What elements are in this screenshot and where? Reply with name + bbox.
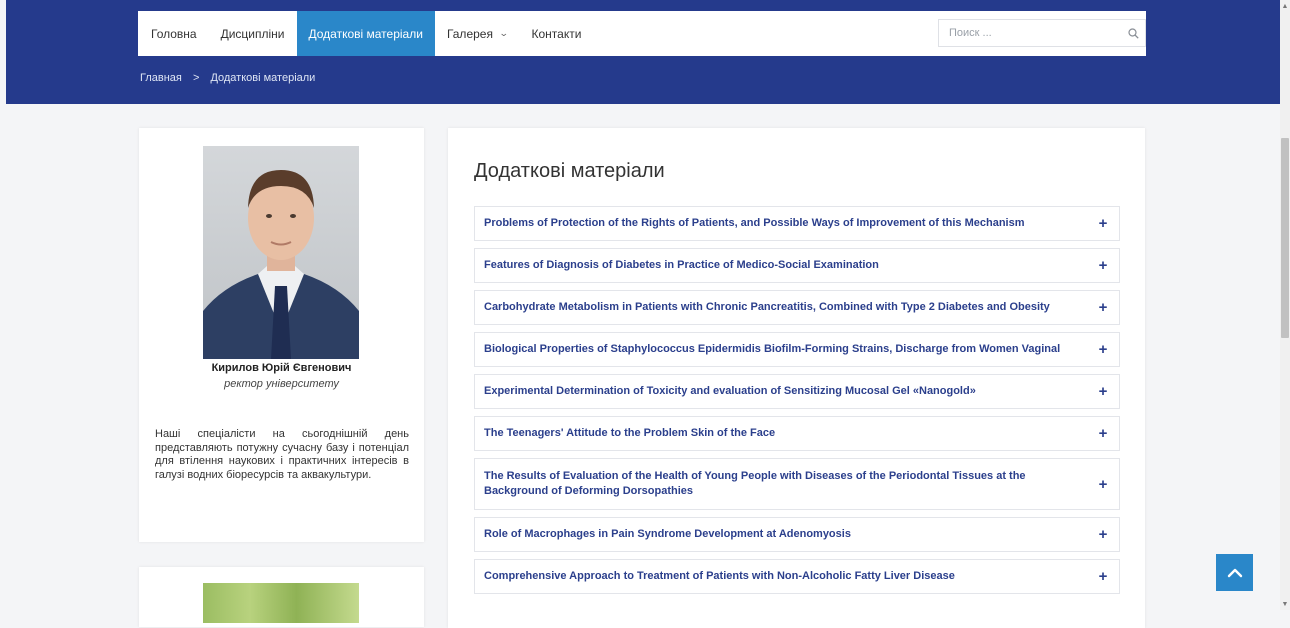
- accordion-title: Comprehensive Approach to Treatment of P…: [484, 570, 955, 582]
- rector-photo: [203, 146, 359, 359]
- plus-icon: +: [1098, 383, 1108, 400]
- secondary-card: [139, 567, 424, 627]
- breadcrumb-home-link[interactable]: Главная: [140, 72, 182, 84]
- nav-item-contacts[interactable]: Контакти: [520, 11, 594, 56]
- chevron-up-icon: [1227, 568, 1242, 577]
- nav-item-gallery[interactable]: Галерея ⌄: [435, 11, 520, 56]
- accordion-list: Problems of Protection of the Rights of …: [474, 206, 1120, 601]
- accordion-item[interactable]: Features of Diagnosis of Diabetes in Pra…: [474, 248, 1120, 283]
- accordion-title: Role of Macrophages in Pain Syndrome Dev…: [484, 528, 851, 540]
- plus-icon: +: [1098, 257, 1108, 274]
- search-input[interactable]: [939, 20, 1121, 46]
- scrollbar-thumb[interactable]: [1281, 138, 1289, 338]
- plus-icon: +: [1098, 299, 1108, 316]
- bio-text: Наші спеціалісти на сьогоднішній день пр…: [155, 428, 409, 481]
- accordion-item[interactable]: The Results of Evaluation of the Health …: [474, 458, 1120, 510]
- main-navigation: Головна Дисципліни Додаткові матеріали Г…: [138, 11, 1146, 56]
- accordion-title: Carbohydrate Metabolism in Patients with…: [484, 301, 1050, 313]
- search-box: [938, 19, 1146, 47]
- scroll-up-arrow-icon[interactable]: ▲: [1280, 0, 1290, 12]
- nav-item-additional-materials[interactable]: Додаткові матеріали: [296, 11, 435, 56]
- accordion-title: Problems of Protection of the Rights of …: [484, 217, 1025, 229]
- nav-item-label: Дисципліни: [220, 26, 285, 41]
- accordion-item[interactable]: Comprehensive Approach to Treatment of P…: [474, 559, 1120, 594]
- nav-item-label: Додаткові матеріали: [308, 26, 423, 41]
- main-panel: Додаткові матеріали Problems of Protecti…: [448, 128, 1145, 628]
- plus-icon: +: [1098, 526, 1108, 543]
- accordion-title: The Teenagers' Attitude to the Problem S…: [484, 427, 776, 439]
- plus-icon: +: [1098, 341, 1108, 358]
- accordion-item[interactable]: Role of Macrophages in Pain Syndrome Dev…: [474, 517, 1120, 552]
- accordion-item[interactable]: Experimental Determination of Toxicity a…: [474, 374, 1120, 409]
- accordion-title: Experimental Determination of Toxicity a…: [484, 385, 976, 397]
- rector-role: ректор університету: [224, 378, 339, 390]
- nav-item-label: Головна: [151, 26, 197, 41]
- scroll-down-arrow-icon[interactable]: ▼: [1280, 598, 1290, 610]
- nav-item-home[interactable]: Головна: [138, 11, 209, 56]
- card-photo: [203, 583, 359, 623]
- back-to-top-button[interactable]: [1216, 554, 1253, 591]
- breadcrumb-current: Додаткові матеріали: [210, 72, 316, 85]
- accordion-title: Features of Diagnosis of Diabetes in Pra…: [484, 259, 879, 271]
- accordion-item[interactable]: Problems of Protection of the Rights of …: [474, 206, 1120, 241]
- profile-card: Кирилов Юрій Євгенович ректор університе…: [139, 128, 424, 542]
- plus-icon: +: [1098, 475, 1108, 493]
- accordion-title: Biological Properties of Staphylococcus …: [484, 343, 1061, 355]
- nav-item-disciplines[interactable]: Дисципліни: [209, 11, 297, 56]
- chevron-down-icon: ⌄: [498, 28, 509, 38]
- page-title: Додаткові матеріали: [474, 160, 665, 182]
- breadcrumb: Главная > Додаткові матеріали: [140, 72, 315, 84]
- breadcrumb-separator: >: [192, 72, 200, 85]
- plus-icon: +: [1098, 425, 1108, 442]
- accordion-item[interactable]: The Teenagers' Attitude to the Problem S…: [474, 416, 1120, 451]
- plus-icon: +: [1098, 568, 1108, 585]
- accordion-item[interactable]: Carbohydrate Metabolism in Patients with…: [474, 290, 1120, 325]
- accordion-title: The Results of Evaluation of the Health …: [484, 470, 1026, 497]
- nav-item-label: Галерея: [446, 26, 493, 41]
- nav-item-label: Контакти: [531, 26, 582, 41]
- accordion-item[interactable]: Biological Properties of Staphylococcus …: [474, 332, 1120, 367]
- search-icon[interactable]: [1121, 20, 1145, 46]
- plus-icon: +: [1098, 215, 1108, 232]
- page-scrollbar[interactable]: ▲ ▼: [1280, 0, 1290, 610]
- rector-name: Кирилов Юрій Євгенович: [211, 362, 352, 374]
